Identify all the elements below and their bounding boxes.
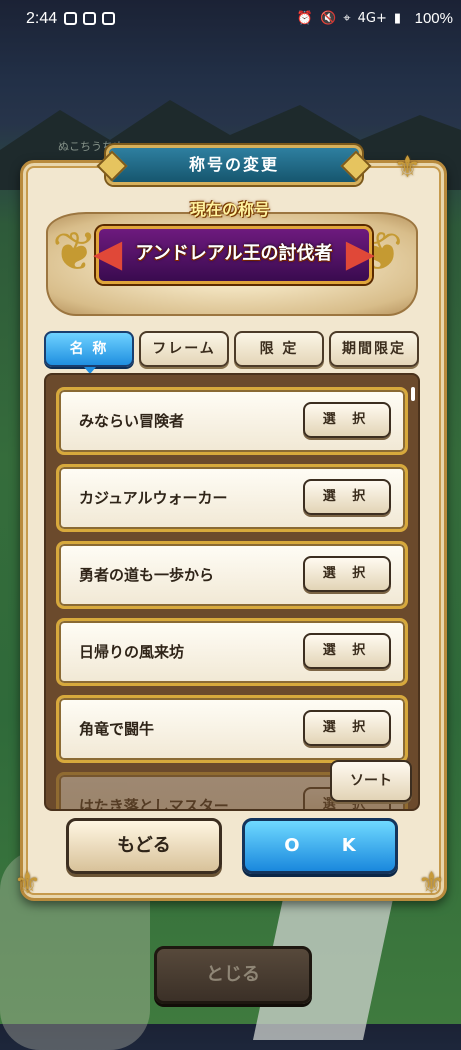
system-icons: ⏰ 🔇 ⌖ 4G+ ▮ xyxy=(297,11,401,26)
select-button[interactable]: 選 択 xyxy=(303,402,391,438)
select-button[interactable]: 選 択 xyxy=(303,633,391,669)
notification-icon xyxy=(64,12,77,25)
location-icon: ⌖ xyxy=(343,11,351,26)
title-list[interactable]: みならい冒険者 選 択 カジュアルウォーカー 選 択 勇者の道も一歩から 選 択… xyxy=(44,373,420,811)
title-name: みならい冒険者 xyxy=(79,412,185,430)
corner-ornament-icon: ⚜ xyxy=(14,866,41,901)
tab-period-limited[interactable]: 期間限定 xyxy=(329,331,419,367)
tab-limited[interactable]: 限 定 xyxy=(234,331,324,367)
close-button[interactable]: とじる xyxy=(154,946,312,1004)
battery-level: 100% xyxy=(414,10,453,27)
app-icon xyxy=(102,12,115,25)
sort-button[interactable]: ソート xyxy=(330,760,412,802)
current-title-label: 現在の称号 xyxy=(189,200,270,219)
title-name: はたき落としマスター xyxy=(79,797,229,811)
select-button[interactable]: 選 択 xyxy=(303,710,391,746)
laurel-wreath-icon: ❦ xyxy=(52,220,98,283)
list-item: カジュアルウォーカー 選 択 xyxy=(56,464,408,532)
network-type: 4G+ xyxy=(357,11,387,26)
dialog-title: 称号の変更 xyxy=(188,155,279,174)
corner-ornament-icon: ⚜ xyxy=(418,866,445,901)
mute-icon: 🔇 xyxy=(320,11,337,26)
signal-icon: ▮ xyxy=(393,11,401,26)
select-button[interactable]: 選 択 xyxy=(303,479,391,515)
current-title-text: アンドレアル王の討伐者 xyxy=(135,243,333,264)
list-item: 日帰りの風来坊 選 択 xyxy=(56,618,408,686)
list-item: 角竜で闘牛 選 択 xyxy=(56,695,408,763)
title-name: カジュアルウォーカー xyxy=(79,489,228,507)
dialog-title-banner: 称号の変更 xyxy=(96,145,372,185)
status-bar: 2:44 ⏰ 🔇 ⌖ 4G+ ▮ 100% xyxy=(0,0,461,40)
corner-ornament-icon: ⚜ xyxy=(394,150,421,185)
ok-button[interactable]: O K xyxy=(242,818,398,874)
list-item: 勇者の道も一歩から 選 択 xyxy=(56,541,408,609)
notification-icons xyxy=(64,12,115,25)
current-title-plate: ◀ ▶ アンドレアル王の討伐者 xyxy=(93,226,375,284)
tab-frame[interactable]: フレーム xyxy=(139,331,229,367)
tab-name[interactable]: 名 称 xyxy=(44,331,134,374)
gallery-icon xyxy=(83,12,96,25)
alarm-icon: ⏰ xyxy=(296,11,314,26)
list-scrollbar[interactable] xyxy=(411,387,415,401)
select-button[interactable]: 選 択 xyxy=(303,556,391,592)
title-name: 角竜で闘牛 xyxy=(79,720,155,738)
list-item: みならい冒険者 選 択 xyxy=(56,387,408,455)
status-time: 2:44 xyxy=(26,10,58,27)
title-name: 勇者の道も一歩から xyxy=(79,566,215,584)
title-name: 日帰りの風来坊 xyxy=(79,643,185,661)
back-button[interactable]: もどる xyxy=(66,818,222,874)
